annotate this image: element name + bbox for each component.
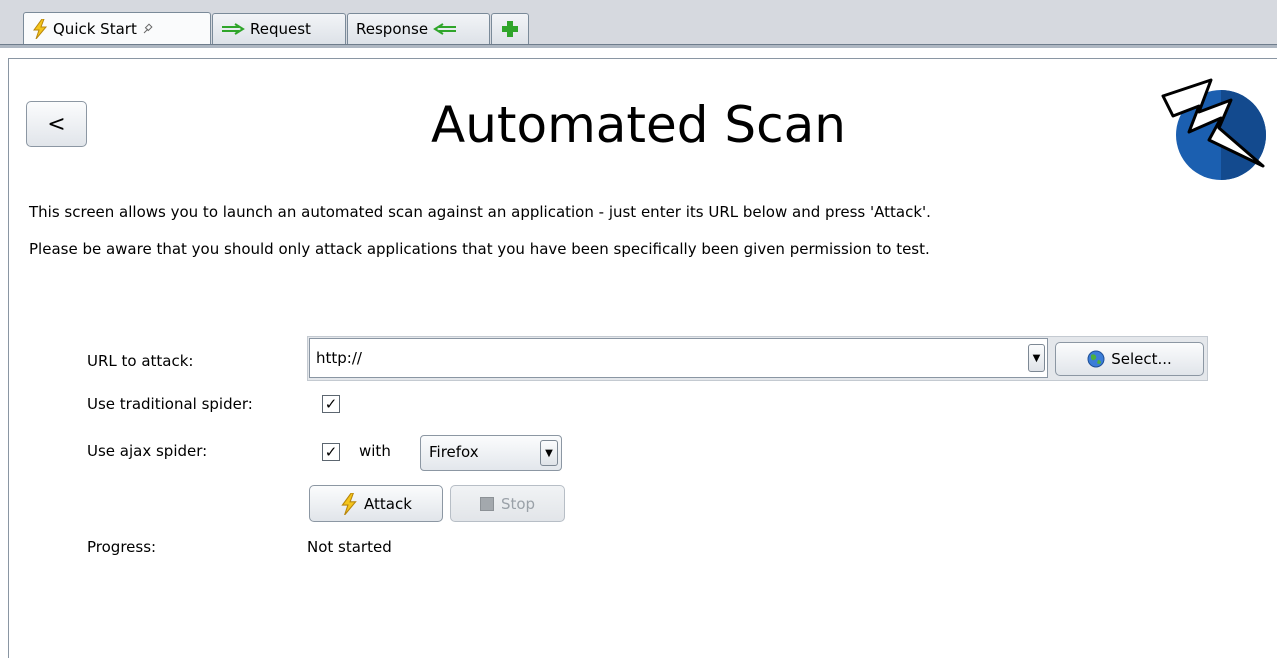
ajax-spider-label: Use ajax spider: xyxy=(87,442,208,460)
right-arrow-icon xyxy=(222,23,245,35)
description-line-2: Please be aware that you should only att… xyxy=(29,240,930,258)
attack-button-label: Attack xyxy=(364,494,412,513)
lightning-icon xyxy=(33,19,48,39)
select-button-label: Select... xyxy=(1111,350,1172,368)
attack-button[interactable]: Attack xyxy=(309,485,443,522)
tab-quick-start[interactable]: Quick Start xyxy=(23,12,211,45)
tab-divider xyxy=(0,44,1277,48)
stop-button-label: Stop xyxy=(500,494,536,513)
plus-icon xyxy=(502,21,518,37)
chevron-down-icon[interactable]: ▼ xyxy=(540,440,558,466)
tab-response[interactable]: Response xyxy=(347,13,490,44)
pin-icon[interactable] xyxy=(142,23,154,35)
browser-select[interactable]: Firefox ▼ xyxy=(420,435,562,471)
stop-button[interactable]: Stop xyxy=(450,485,565,522)
lightning-icon xyxy=(341,492,357,515)
chevron-down-icon: ▼ xyxy=(1032,352,1041,364)
select-button[interactable]: Select... xyxy=(1055,342,1204,376)
tab-request[interactable]: Request xyxy=(212,13,346,44)
tab-label: Response xyxy=(356,20,429,38)
progress-label: Progress: xyxy=(87,538,157,556)
zap-logo-icon xyxy=(1161,78,1266,180)
add-tab-button[interactable] xyxy=(491,13,529,44)
url-input[interactable] xyxy=(309,338,1048,378)
left-arrow-icon xyxy=(433,23,457,35)
with-label: with xyxy=(359,442,391,460)
tab-label: Request xyxy=(250,20,311,38)
tab-label: Quick Start xyxy=(53,20,137,38)
globe-icon xyxy=(1087,350,1105,368)
description-line-1: This screen allows you to launch an auto… xyxy=(29,203,931,221)
tab-bar: Quick Start Request Response xyxy=(0,0,1277,48)
ajax-spider-checkbox[interactable]: ✓ xyxy=(322,443,340,461)
url-label: URL to attack: xyxy=(87,352,194,370)
url-dropdown-button[interactable]: ▼ xyxy=(1028,344,1045,372)
stop-icon xyxy=(479,496,494,511)
progress-status: Not started xyxy=(307,538,392,556)
browser-select-value: Firefox xyxy=(429,443,479,461)
traditional-spider-label: Use traditional spider: xyxy=(87,395,253,413)
traditional-spider-checkbox[interactable]: ✓ xyxy=(322,395,340,413)
page-title: Automated Scan xyxy=(431,96,846,154)
